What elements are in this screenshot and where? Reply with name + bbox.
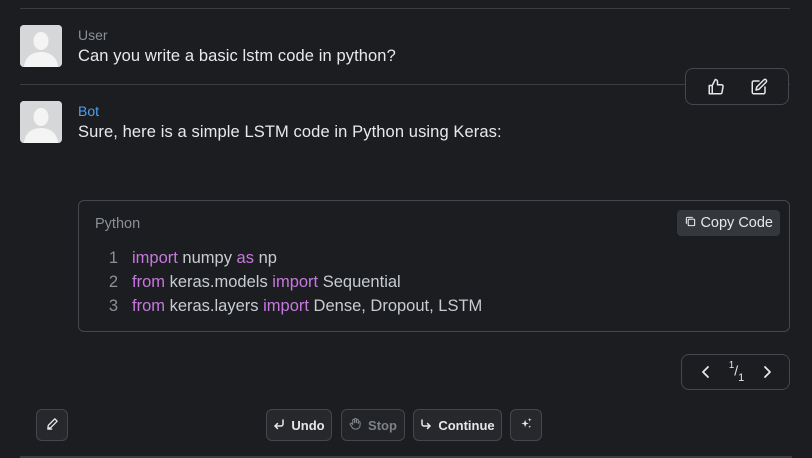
code-keyword: import bbox=[132, 249, 178, 267]
code-keyword: import bbox=[272, 273, 319, 291]
code-token: np bbox=[253, 249, 277, 267]
stop-button[interactable]: Stop bbox=[341, 409, 405, 441]
message-actions bbox=[685, 68, 789, 105]
code-lines: 1 import numpy as np 2 from keras.models im… bbox=[95, 246, 482, 318]
chevron-right-icon[interactable] bbox=[755, 360, 779, 384]
pager-total: 1 bbox=[738, 372, 745, 385]
undo-label: Undo bbox=[291, 417, 325, 433]
top-divider bbox=[20, 8, 790, 9]
hand-icon bbox=[349, 417, 362, 433]
code-text: from keras.models import Sequential bbox=[132, 270, 401, 294]
code-line: 2 from keras.models import Sequential bbox=[95, 270, 482, 294]
sparkle-icon bbox=[520, 417, 533, 433]
code-token: keras.layers bbox=[165, 297, 264, 315]
code-token: keras.models bbox=[165, 273, 273, 291]
message-divider bbox=[20, 84, 790, 85]
chevron-left-icon[interactable] bbox=[694, 360, 718, 384]
user-message-text: Can you write a basic lstm code in pytho… bbox=[78, 47, 396, 65]
code-token: numpy bbox=[177, 249, 237, 267]
edit-icon[interactable] bbox=[747, 75, 771, 99]
bot-avatar bbox=[20, 101, 62, 143]
pager-count: 1/1 bbox=[728, 359, 745, 385]
chat-view: User Can you write a basic lstm code in … bbox=[0, 0, 812, 458]
code-token: Sequential bbox=[318, 273, 401, 291]
user-avatar bbox=[20, 25, 62, 67]
code-keyword: from bbox=[132, 297, 165, 315]
continue-arrow-icon bbox=[420, 418, 432, 433]
code-keyword: as bbox=[236, 249, 254, 267]
edit-prompt-button[interactable] bbox=[36, 409, 68, 441]
code-keyword: import bbox=[263, 297, 309, 315]
copy-icon bbox=[685, 215, 696, 231]
code-keyword: from bbox=[132, 273, 165, 291]
undo-button[interactable]: Undo bbox=[266, 409, 332, 441]
line-number: 1 bbox=[108, 249, 119, 267]
thumbs-up-icon[interactable] bbox=[704, 75, 728, 99]
magic-button[interactable] bbox=[510, 409, 542, 441]
response-pager: 1/1 bbox=[681, 354, 790, 390]
code-text: from keras.layers import Dense, Dropout,… bbox=[132, 294, 482, 318]
code-token: Dense, Dropout, LSTM bbox=[308, 297, 483, 315]
code-line: 3 from keras.layers import Dense, Dropout… bbox=[95, 294, 482, 318]
pager-current: 1 bbox=[728, 359, 735, 371]
bot-author-label: Bot bbox=[78, 103, 100, 119]
copy-code-label: Copy Code bbox=[700, 215, 773, 231]
copy-code-button[interactable]: Copy Code bbox=[677, 210, 780, 236]
continue-button[interactable]: Continue bbox=[413, 409, 502, 441]
undo-arrow-icon bbox=[273, 418, 285, 433]
line-number: 2 bbox=[108, 273, 119, 291]
line-number: 3 bbox=[108, 297, 119, 315]
code-line: 1 import numpy as np bbox=[95, 246, 482, 270]
code-text: import numpy as np bbox=[132, 246, 277, 270]
user-author-label: User bbox=[78, 27, 108, 43]
code-language-label: Python bbox=[95, 216, 141, 232]
code-block: Python Copy Code 1 import numpy as np 2 fro… bbox=[78, 200, 790, 332]
pencil-icon bbox=[46, 417, 59, 433]
continue-label: Continue bbox=[438, 417, 495, 433]
stop-label: Stop bbox=[368, 417, 397, 433]
bot-message-text: Sure, here is a simple LSTM code in Pyth… bbox=[78, 123, 502, 141]
